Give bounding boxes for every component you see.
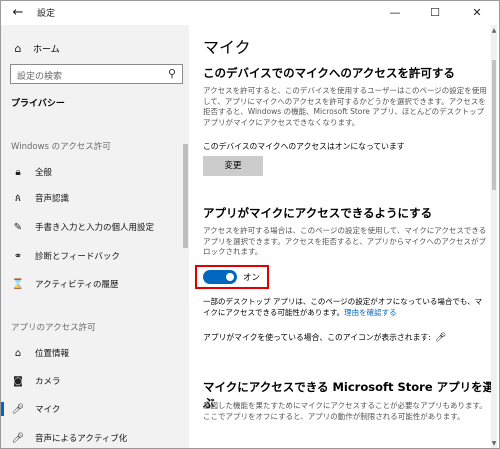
sidebar-item-label: 音声によるアクティブ化 bbox=[35, 434, 128, 444]
store-apps-description: 意図した機能を果たすためにマイクにアクセスすることが必要なアプリもあります。ここ… bbox=[203, 401, 487, 421]
sidebar-item-label: 音声認識 bbox=[35, 194, 70, 204]
sidebar-heading-privacy: プライバシー bbox=[11, 99, 65, 109]
sidebar-item-label: 手書き入力と入力の個人用設定 bbox=[35, 223, 155, 233]
back-arrow-icon[interactable]: ← bbox=[7, 3, 29, 23]
scroll-thumb[interactable] bbox=[492, 60, 496, 190]
device-access-status: このデバイスのマイクへのアクセスはオンになっています bbox=[203, 142, 405, 151]
app-access-toggle[interactable] bbox=[203, 270, 237, 284]
sidebar-item-inking[interactable]: ✎ 手書き入力と入力の個人用設定 bbox=[1, 218, 183, 236]
sidebar-item-activity[interactable]: ⌛ アクティビティの履歴 bbox=[1, 275, 183, 293]
device-access-description: アクセスを許可すると、このデバイスを使用するユーザーはこのページの設定を使用して… bbox=[203, 86, 487, 127]
learn-why-link[interactable]: 理由を確認する bbox=[344, 308, 397, 317]
mic-indicator-note: アプリがマイクを使っている場合、このアイコンが表示されます: 🎤︎ bbox=[203, 332, 446, 343]
search-placeholder: 設定の検索 bbox=[17, 72, 63, 82]
sidebar-item-home[interactable]: ⌂ ホーム bbox=[11, 40, 60, 56]
sidebar: ⌂ ホーム 設定の検索 ⚲ プライバシー Windows のアクセス許可 🔒︎ … bbox=[1, 25, 189, 448]
sidebar-scrollbar[interactable] bbox=[183, 144, 188, 248]
sidebar-item-label: 全般 bbox=[35, 168, 53, 178]
microphone-icon: 🎤︎ bbox=[11, 432, 25, 444]
minimize-icon[interactable]: — bbox=[381, 3, 409, 23]
desktop-apps-note: 一部のデスクトップ アプリは、このページの設定がオフになっている場合でも、マイク… bbox=[203, 297, 488, 318]
sidebar-item-microphone[interactable]: 🎤︎ マイク bbox=[1, 400, 183, 418]
home-icon: ⌂ bbox=[14, 41, 22, 55]
desktop-apps-note-text: 一部のデスクトップ アプリは、このページの設定がオフになっている場合でも、マイク… bbox=[203, 297, 483, 317]
toggle-knob bbox=[226, 273, 234, 281]
microphone-icon: 🎤︎ bbox=[11, 403, 25, 415]
scroll-down-icon[interactable]: ▼ bbox=[491, 440, 497, 447]
sidebar-item-label: 位置情報 bbox=[35, 349, 70, 359]
search-input[interactable]: 設定の検索 ⚲ bbox=[10, 64, 183, 84]
sidebar-item-voice-activation[interactable]: 🎤︎ 音声によるアクティブ化 bbox=[1, 429, 183, 447]
app-access-toggle-row[interactable]: オン bbox=[195, 265, 269, 289]
toggle-state-label: オン bbox=[243, 273, 261, 283]
main-content: マイク このデバイスでのマイクへのアクセスを許可する アクセスを許可すると、この… bbox=[189, 25, 499, 448]
sidebar-item-label: アクティビティの履歴 bbox=[35, 280, 119, 290]
microphone-icon: 🎤︎ bbox=[434, 333, 447, 343]
settings-window: ← 設定 — ☐ ✕ ⌂ ホーム 設定の検索 ⚲ プライバシー Windows … bbox=[0, 0, 500, 449]
page-title: マイク bbox=[203, 38, 251, 57]
sidebar-item-diagnostics[interactable]: ⚭ 診断とフィードバック bbox=[1, 247, 183, 265]
location-icon: ⌂ bbox=[14, 347, 22, 359]
maximize-icon[interactable]: ☐ bbox=[421, 3, 449, 23]
title-bar: ← 設定 — ☐ ✕ bbox=[1, 1, 499, 25]
sidebar-section-apps: アプリのアクセス許可 bbox=[11, 323, 96, 333]
activity-icon: ⌛ bbox=[11, 278, 25, 290]
mic-indicator-text: アプリがマイクを使っている場合、このアイコンが表示されます: bbox=[203, 333, 431, 342]
feedback-icon: ⚭ bbox=[13, 250, 23, 262]
speech-icon: ጰ bbox=[15, 192, 21, 204]
sidebar-item-general[interactable]: 🔒︎ 全般 bbox=[1, 163, 183, 181]
content-scrollbar[interactable]: ▲ ▼ bbox=[491, 25, 497, 448]
sidebar-item-label: ホーム bbox=[33, 44, 60, 55]
sidebar-section-windows: Windows のアクセス許可 bbox=[11, 142, 111, 152]
sidebar-item-camera[interactable]: ◙ カメラ bbox=[1, 372, 183, 390]
change-button[interactable]: 変更 bbox=[203, 156, 263, 176]
camera-icon: ◙ bbox=[13, 375, 23, 387]
section-heading-device-access: このデバイスでのマイクへのアクセスを許可する bbox=[203, 66, 455, 80]
lock-icon: 🔒︎ bbox=[15, 166, 21, 178]
section-heading-app-access: アプリがマイクにアクセスできるようにする bbox=[203, 206, 433, 220]
search-icon[interactable]: ⚲ bbox=[168, 67, 176, 80]
sidebar-item-label: 診断とフィードバック bbox=[35, 252, 120, 262]
app-access-description: アクセスを許可する場合は、このページの設定を使用して、マイクにアクセスできるアプ… bbox=[203, 226, 487, 256]
close-icon[interactable]: ✕ bbox=[463, 3, 491, 23]
sidebar-item-label: カメラ bbox=[35, 377, 61, 387]
scroll-up-icon[interactable]: ▲ bbox=[491, 27, 497, 34]
sidebar-item-speech[interactable]: ጰ 音声認識 bbox=[1, 189, 183, 207]
window-title: 設定 bbox=[37, 9, 56, 19]
sidebar-item-location[interactable]: ⌂ 位置情報 bbox=[1, 344, 183, 362]
sidebar-item-label: マイク bbox=[35, 405, 61, 415]
pen-icon: ✎ bbox=[13, 221, 23, 233]
